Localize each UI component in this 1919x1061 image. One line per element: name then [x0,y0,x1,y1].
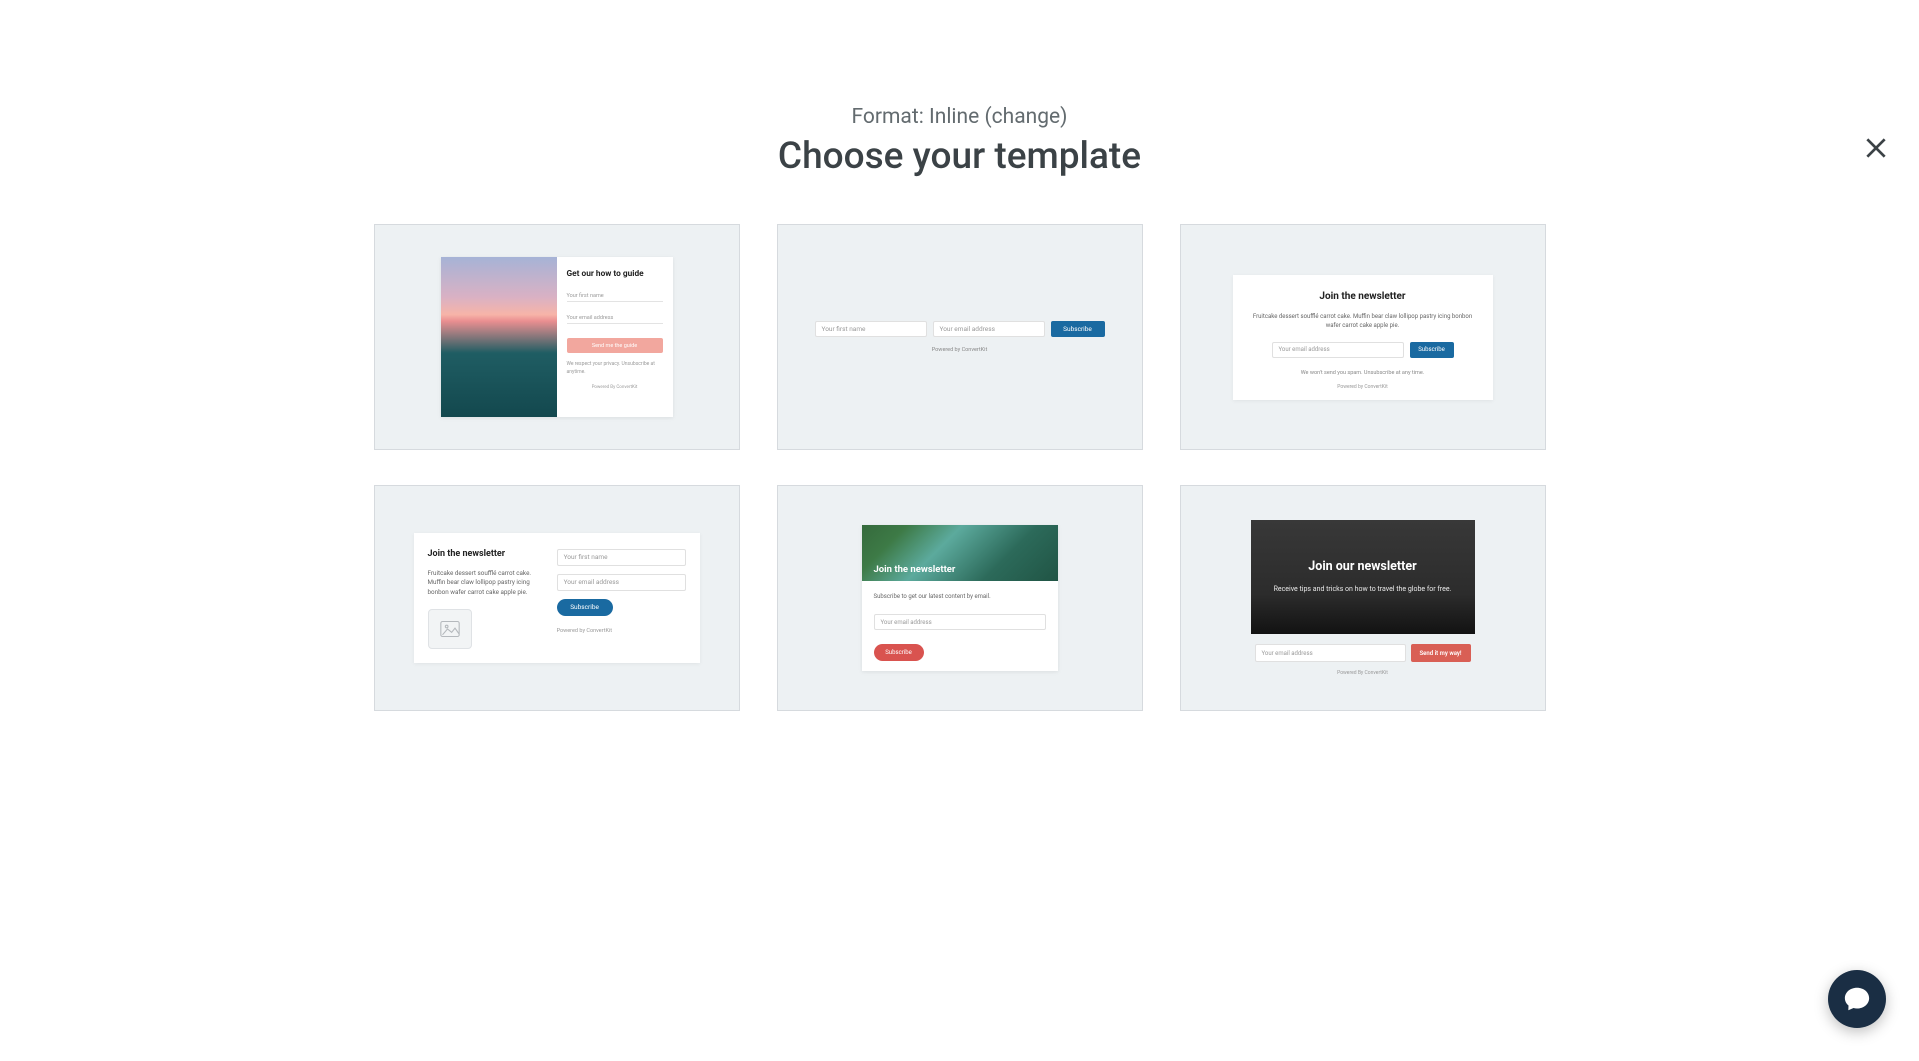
preview-hero-image: Join the newsletter [862,525,1058,581]
preview-right-col: Your first name Your email address Subsc… [557,549,686,649]
preview-input-row: Your email address Send it my way! [1251,644,1475,662]
preview-submit-button: Subscribe [1410,342,1454,358]
template-card-2[interactable]: Your first name Your email address Subsc… [777,224,1143,450]
preview-input-email: Your email address [933,321,1045,337]
preview-input-row: Your email address Subscribe [1251,342,1475,358]
template-preview: Get our how to guide Your first name You… [441,257,673,417]
preview-paragraph: Fruitcake dessert soufflé carrot cake. M… [428,569,543,597]
close-icon [1863,135,1889,161]
preview-submit-button: Send me the guide [567,338,663,353]
change-format-link[interactable]: (change) [984,105,1067,129]
preview-submit-button: Subscribe [557,599,613,616]
page-title: Choose your template [0,135,1919,178]
preview-powered-by: Powered by ConvertKit [1251,384,1475,390]
preview-powered-by: Powered by ConvertKit [557,628,686,634]
preview-heading: Join our newsletter [1308,559,1416,574]
format-prefix: Format: Inline [852,105,985,129]
preview-heading: Get our how to guide [567,269,663,280]
preview-image-placeholder [428,609,472,649]
preview-input-email: Your email address [557,574,686,591]
template-preview: Join our newsletter Receive tips and tri… [1251,520,1475,676]
template-preview: Join the newsletter Fruitcake dessert so… [414,533,700,663]
preview-powered-by: Powered By ConvertKit [567,385,663,390]
preview-input-row: Your first name Your email address Subsc… [815,321,1105,337]
template-card-3[interactable]: Join the newsletter Fruitcake dessert so… [1180,224,1546,450]
template-card-5[interactable]: Join the newsletter Subscribe to get our… [777,485,1143,711]
template-preview: Your first name Your email address Subsc… [815,321,1105,353]
preview-submit-button: Send it my way! [1411,644,1471,662]
format-line: Format: Inline (change) [0,105,1919,129]
close-button[interactable] [1861,133,1891,163]
preview-paragraph: Fruitcake dessert soufflé carrot cake. M… [1251,312,1475,330]
preview-submit-button: Subscribe [1051,321,1105,337]
preview-input-firstname: Your first name [815,321,927,337]
preview-spam-note: We won't send you spam. Unsubscribe at a… [1251,370,1475,376]
preview-input-firstname: Your first name [567,288,663,302]
preview-powered-by: Powered By ConvertKit [1251,670,1475,676]
template-preview: Join the newsletter Fruitcake dessert so… [1233,275,1493,400]
template-card-4[interactable]: Join the newsletter Fruitcake dessert so… [374,485,740,711]
preview-submit-button: Subscribe [874,644,924,661]
preview-form: Get our how to guide Your first name You… [557,257,673,417]
template-card-6[interactable]: Join our newsletter Receive tips and tri… [1180,485,1546,711]
template-grid: Get our how to guide Your first name You… [374,224,1546,711]
page-header: Format: Inline (change) Choose your temp… [0,105,1919,178]
preview-body: Subscribe to get our latest content by e… [862,581,1058,671]
preview-privacy-note: We respect your privacy. Unsubscribe at … [567,361,663,376]
template-card-1[interactable]: Get our how to guide Your first name You… [374,224,740,450]
chat-icon [1843,986,1871,1012]
preview-input-email: Your email address [567,310,663,324]
preview-input-email: Your email address [1255,644,1406,662]
chat-widget-button[interactable] [1828,970,1886,1028]
preview-left-col: Join the newsletter Fruitcake dessert so… [428,549,557,649]
preview-heading: Join the newsletter [874,564,956,575]
preview-input-email: Your email address [874,614,1046,630]
preview-paragraph: Receive tips and tricks on how to travel… [1274,584,1452,595]
preview-heading: Join the newsletter [1251,291,1475,302]
preview-powered-by: Powered by ConvertKit [815,347,1105,353]
image-icon [440,620,460,638]
preview-hero-image: Join our newsletter Receive tips and tri… [1251,520,1475,634]
preview-paragraph: Subscribe to get our latest content by e… [874,593,1046,600]
preview-heading: Join the newsletter [428,549,543,559]
preview-image [441,257,557,417]
template-preview: Join the newsletter Subscribe to get our… [862,525,1058,671]
preview-input-firstname: Your first name [557,549,686,566]
preview-input-email: Your email address [1272,342,1404,358]
